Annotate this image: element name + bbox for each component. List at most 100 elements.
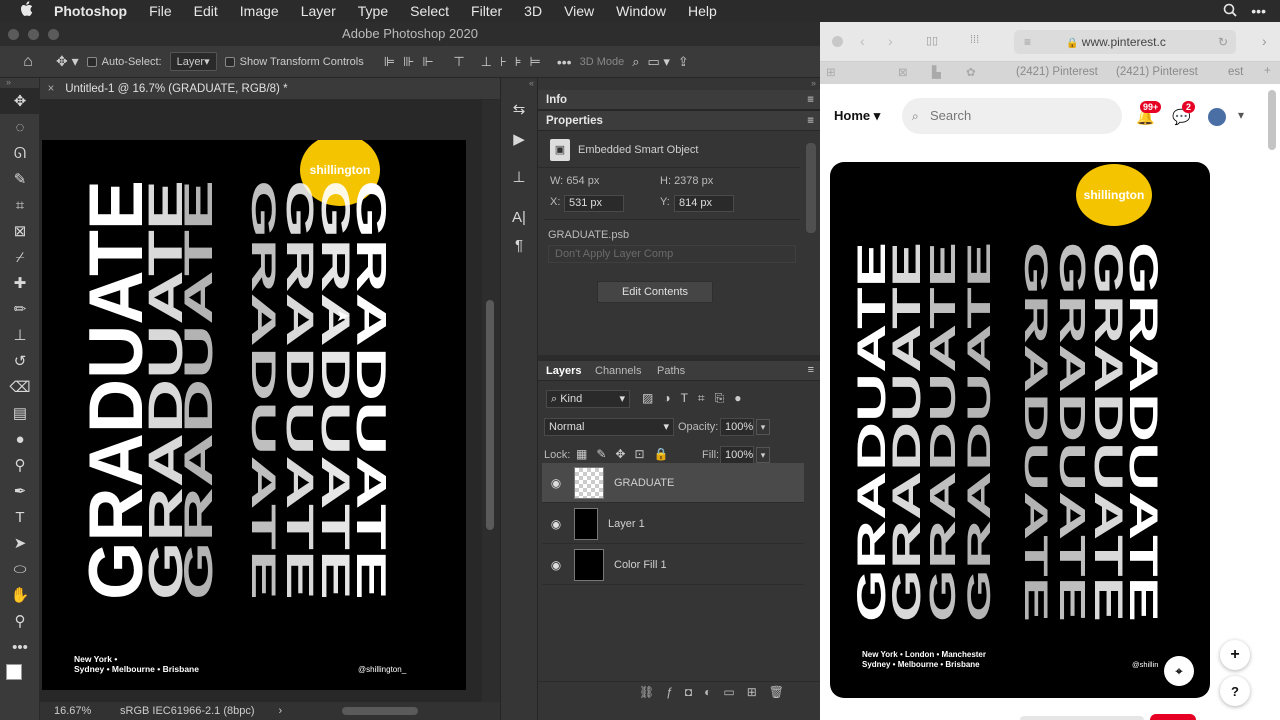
- panel-menu-icon[interactable]: ≡: [807, 111, 814, 131]
- visibility-eye-icon[interactable]: ◉: [542, 476, 570, 490]
- crop-tool-icon[interactable]: ⌗: [0, 192, 40, 218]
- edit-toolbar-icon[interactable]: •••: [0, 634, 40, 660]
- menu-file[interactable]: File: [138, 3, 183, 19]
- eyedropper-tool-icon[interactable]: ⌿: [0, 244, 40, 270]
- apple-icon[interactable]: [0, 0, 54, 22]
- move-tool-preset-icon[interactable]: ✥ ▾: [56, 53, 79, 70]
- canvas-vertical-scrollbar[interactable]: [482, 100, 500, 702]
- menu-app-photoshop[interactable]: Photoshop: [54, 3, 138, 19]
- y-position-field[interactable]: 814 px: [674, 195, 734, 212]
- x-position-field[interactable]: 531 px: [564, 195, 624, 212]
- tab-overview-icon[interactable]: ⁞⁞⁞: [970, 34, 979, 46]
- menu-image[interactable]: Image: [229, 3, 290, 19]
- tab-grid-icon[interactable]: ⊞: [826, 65, 836, 79]
- fill-slider-toggle[interactable]: ▾: [756, 447, 770, 463]
- browser-tab[interactable]: (2421) Pinterest: [1116, 66, 1198, 78]
- lock-icons[interactable]: ▦✎✥⊡🔒: [576, 447, 677, 461]
- panel-menu-icon[interactable]: ≡: [808, 364, 814, 376]
- layer-row[interactable]: ◉ Color Fill 1: [542, 545, 804, 585]
- control-center-icon[interactable]: •••: [1251, 3, 1266, 20]
- collapse-toolbar-icon[interactable]: »: [0, 78, 39, 87]
- close-document-icon[interactable]: ×: [40, 78, 62, 100]
- character-panel-icon[interactable]: A|: [501, 204, 537, 230]
- address-bar[interactable]: ≡ 🔒 www.pinterest.c ↻: [1014, 30, 1236, 54]
- pinned-tab-icon[interactable]: ▙: [932, 65, 941, 79]
- path-selection-tool-icon[interactable]: ➤: [0, 530, 40, 556]
- layer-name[interactable]: Color Fill 1: [614, 559, 667, 571]
- horizontal-scrollbar-thumb[interactable]: [342, 707, 418, 715]
- poster-artwork[interactable]: shillington GRADUATE GRADUATE GRADUATE GRAD…: [42, 140, 466, 690]
- pinned-tab-icon[interactable]: ✿: [966, 65, 976, 79]
- visibility-eye-icon[interactable]: ◉: [542, 517, 570, 531]
- auto-select-dropdown[interactable]: Layer ▾: [169, 52, 217, 71]
- back-icon[interactable]: ‹: [860, 33, 865, 49]
- info-panel-tab[interactable]: Info ≡: [538, 90, 820, 110]
- align-icons[interactable]: ⊫⊪⊩ ⊤: [384, 54, 473, 70]
- close-window-button[interactable]: [8, 29, 19, 40]
- distribute-icons[interactable]: ⊥⊦⊧⊨: [481, 54, 549, 70]
- layer-filter-dropdown[interactable]: ⌕ Kind ▾: [546, 390, 630, 408]
- status-arrow-icon[interactable]: ›: [255, 705, 283, 717]
- frame-tool-icon[interactable]: ⊠: [0, 218, 40, 244]
- show-transform-checkbox[interactable]: Show Transform Controls: [224, 56, 364, 68]
- actions-panel-icon[interactable]: ▶: [501, 126, 537, 152]
- collapse-strip-icon[interactable]: «: [501, 78, 537, 88]
- edit-contents-button[interactable]: Edit Contents: [597, 281, 713, 303]
- opacity-slider-toggle[interactable]: ▾: [756, 419, 770, 435]
- more-tabs-icon[interactable]: ›: [1262, 33, 1267, 49]
- sidebar-icon[interactable]: ▯▯: [926, 34, 938, 47]
- quick-select-tool-icon[interactable]: ✎: [0, 166, 40, 192]
- more-options-icon[interactable]: •••: [557, 54, 572, 70]
- search-icon[interactable]: ⌕: [632, 54, 639, 70]
- clone-source-panel-icon[interactable]: ⊥: [501, 164, 537, 190]
- panel-menu-icon[interactable]: ≡: [807, 90, 814, 110]
- blend-mode-dropdown[interactable]: Normal ▾: [544, 418, 674, 436]
- width-value[interactable]: 654 px: [566, 175, 599, 187]
- color-swatches[interactable]: [0, 660, 39, 690]
- visual-search-icon[interactable]: ⌖: [1164, 656, 1194, 686]
- menu-select[interactable]: Select: [399, 3, 460, 19]
- brush-tool-icon[interactable]: ✏: [0, 296, 40, 322]
- minimize-window-button[interactable]: [28, 29, 39, 40]
- blur-tool-icon[interactable]: ●: [0, 426, 40, 452]
- collapse-panels-icon[interactable]: »: [538, 78, 820, 90]
- menu-view[interactable]: View: [553, 3, 605, 19]
- ellipse-tool-icon[interactable]: ⬭: [0, 556, 40, 582]
- forward-icon[interactable]: ›: [888, 33, 893, 49]
- clone-stamp-tool-icon[interactable]: ⊥: [0, 322, 40, 348]
- new-tab-icon[interactable]: +: [1264, 65, 1271, 77]
- layer-row[interactable]: ◉ Layer 1: [542, 504, 804, 544]
- hand-tool-icon[interactable]: ✋: [0, 582, 40, 608]
- marquee-tool-icon[interactable]: ◌: [0, 114, 40, 140]
- layer-row[interactable]: ◉ GRADUATE: [542, 463, 804, 503]
- pinterest-search-input[interactable]: ⌕ Search: [902, 98, 1122, 134]
- menu-edit[interactable]: Edit: [183, 3, 229, 19]
- pin-image[interactable]: shillington GRADUATE GRADUATE GRADUATE GRAD…: [830, 162, 1210, 698]
- avatar[interactable]: [1208, 108, 1226, 126]
- pinned-tab-icon[interactable]: ⊠: [898, 65, 908, 79]
- history-brush-tool-icon[interactable]: ↺: [0, 348, 40, 374]
- canvas-area[interactable]: shillington GRADUATE GRADUATE GRADUATE GRAD…: [40, 100, 482, 702]
- properties-panel-tab[interactable]: Properties ≡: [538, 111, 820, 131]
- menu-filter[interactable]: Filter: [460, 3, 513, 19]
- move-tool-icon[interactable]: ✥: [0, 88, 40, 114]
- partial-red-button[interactable]: [1150, 714, 1196, 720]
- layer-name[interactable]: Layer 1: [608, 518, 645, 530]
- menu-type[interactable]: Type: [347, 3, 399, 19]
- tab-channels[interactable]: Channels: [595, 365, 641, 377]
- spotlight-search-icon[interactable]: [1223, 3, 1237, 20]
- fill-field[interactable]: 100%: [720, 446, 754, 464]
- zoom-tool-icon[interactable]: ⚲: [0, 608, 40, 634]
- home-icon[interactable]: ⌂: [0, 53, 56, 71]
- scrollbar-thumb[interactable]: [486, 300, 494, 530]
- zoom-window-button[interactable]: [48, 29, 59, 40]
- tab-paths[interactable]: Paths: [657, 365, 685, 377]
- layers-footer-icons[interactable]: ⛓ƒ◘◐▭⊞🗑: [538, 681, 820, 703]
- dodge-tool-icon[interactable]: ⚲: [0, 452, 40, 478]
- account-chevron-down-icon[interactable]: ▾: [1238, 108, 1244, 122]
- visibility-eye-icon[interactable]: ◉: [542, 558, 570, 572]
- share-icon[interactable]: ⇪: [678, 54, 689, 70]
- browser-tab[interactable]: (2421) Pinterest: [1016, 66, 1098, 78]
- reader-icon[interactable]: ≡: [1024, 30, 1031, 54]
- workspace-icon[interactable]: ▭ ▾: [648, 54, 670, 70]
